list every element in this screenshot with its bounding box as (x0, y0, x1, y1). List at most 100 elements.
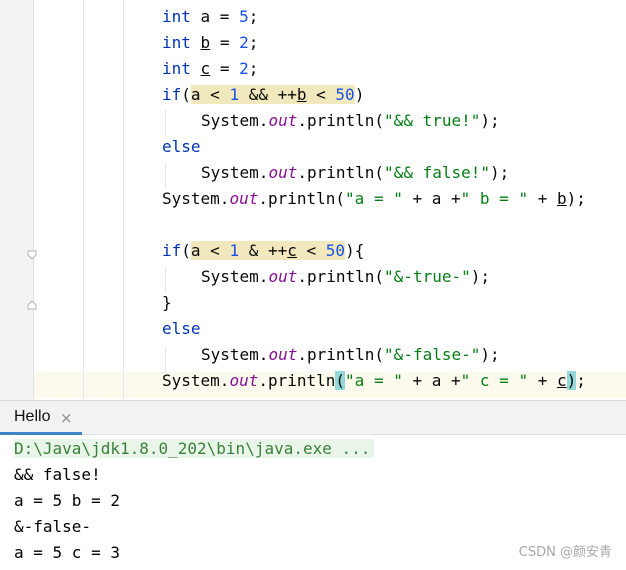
code-token: && ++ (239, 85, 297, 104)
code-editor[interactable]: int a = 5; int b = 2; int c = 2; if(a < 1 &… (0, 0, 626, 400)
run-panel: Hello × D:\Java\jdk1.8.0_202\bin\java.ex… (0, 400, 626, 570)
code-token: a < (190, 241, 230, 260)
code-line[interactable]: else (162, 316, 201, 342)
code-token: b (296, 85, 307, 104)
code-token: ) (354, 85, 365, 104)
code-line[interactable]: System.out.println("a = " + a +" b = " +… (162, 186, 586, 212)
code-token: "a = " (345, 189, 403, 208)
indent-guide (165, 162, 166, 188)
code-token: if (162, 241, 182, 260)
console-output-line: a = 5 b = 2 (14, 491, 120, 510)
code-token: ) (566, 371, 577, 390)
code-token: a < (190, 85, 230, 104)
code-token: if (162, 85, 182, 104)
code-token: ; (576, 371, 586, 390)
tab-label: Hello (14, 408, 51, 425)
code-line[interactable]: System.out.println("&-true-"); (201, 264, 490, 290)
code-token: .println( (297, 111, 385, 130)
code-token: ( (181, 85, 191, 104)
java-command[interactable]: D:\Java\jdk1.8.0_202\bin\java.exe ... (14, 439, 375, 458)
code-token: "&& false!" (384, 163, 491, 182)
code-token: out (268, 163, 298, 182)
code-token: System. (201, 111, 269, 130)
code-token: c (287, 241, 297, 260)
close-icon[interactable]: × (60, 409, 73, 427)
code-token: b (200, 33, 211, 52)
code-token: int (162, 7, 191, 26)
code-token: 1 (229, 85, 240, 104)
indent-guide (123, 0, 124, 400)
code-token: out (229, 189, 259, 208)
code-token: ( (335, 371, 346, 390)
code-token: b (556, 189, 567, 208)
code-token: + a + (402, 371, 461, 390)
code-token: .println( (258, 189, 346, 208)
code-line[interactable]: else (162, 134, 201, 160)
code-line[interactable]: } (162, 290, 172, 316)
code-token: "&-true-" (384, 267, 471, 286)
code-token: a = (190, 7, 240, 26)
code-line[interactable]: int a = 5; (162, 4, 258, 30)
code-token: "&-false-" (384, 345, 481, 364)
code-token: 5 (239, 7, 249, 26)
editor-gutter[interactable] (0, 0, 37, 400)
code-token: "&& true!" (384, 111, 481, 130)
console-command-line[interactable]: D:\Java\jdk1.8.0_202\bin\java.exe ... (14, 436, 375, 462)
code-token: < (296, 241, 326, 260)
code-line[interactable]: System.out.println("&& true!"); (201, 108, 500, 134)
code-token: ); (480, 345, 500, 364)
code-token: .println( (297, 267, 385, 286)
code-token: 50 (325, 241, 346, 260)
code-token: System. (162, 371, 230, 390)
code-token: ; (248, 7, 259, 26)
code-token: .println (258, 371, 336, 390)
code-token: 50 (335, 85, 355, 104)
code-token: out (268, 345, 298, 364)
code-token: System. (201, 345, 269, 364)
indent-guide (165, 110, 166, 136)
watermark: CSDN @颜安青 (518, 545, 612, 560)
console-output-line: && false! (14, 465, 101, 484)
code-line[interactable]: int c = 2; (162, 56, 258, 82)
code-token: = (210, 59, 240, 78)
code-token: } (162, 293, 172, 312)
code-line[interactable]: int b = 2; (162, 30, 258, 56)
code-token: System. (162, 189, 230, 208)
console-output-line: a = 5 c = 3 (14, 543, 120, 562)
code-token: int (162, 59, 191, 78)
fold-open-icon[interactable] (27, 250, 37, 260)
code-line[interactable]: System.out.println("&& false!"); (201, 160, 509, 186)
tab-hello[interactable]: Hello × (0, 401, 82, 435)
code-line[interactable]: if(a < 1 && ++b < 50) (162, 82, 364, 108)
code-token: " b = " (460, 189, 529, 208)
code-token: + (528, 371, 557, 390)
active-tab-indicator (0, 432, 82, 435)
code-token: ); (480, 111, 500, 130)
code-token: "a = " (345, 371, 403, 390)
code-token: ); (490, 163, 510, 182)
fold-close-icon[interactable] (27, 300, 37, 310)
code-token: = (210, 33, 240, 52)
code-line[interactable]: System.out.println("a = " + a +" c = " +… (162, 368, 586, 394)
code-line[interactable]: System.out.println("&-false-"); (201, 342, 500, 368)
code-token: System. (201, 163, 269, 182)
code-token: & ++ (239, 241, 288, 260)
indent-guide (165, 266, 166, 292)
code-token: else (162, 319, 201, 338)
code-token: ){ (345, 241, 365, 260)
code-token: else (162, 137, 201, 156)
code-token: .println( (297, 345, 385, 364)
code-token: c (200, 59, 211, 78)
code-token: int (162, 33, 191, 52)
code-token: ; (248, 33, 259, 52)
code-token: + (528, 189, 557, 208)
code-token: " c = " (460, 371, 529, 390)
code-token: .println( (297, 163, 385, 182)
indent-guide (83, 0, 84, 400)
run-tab-bar: Hello × (0, 400, 626, 435)
code-token: ); (566, 189, 586, 208)
code-token: out (268, 267, 298, 286)
code-line[interactable]: if(a < 1 & ++c < 50){ (162, 238, 364, 264)
